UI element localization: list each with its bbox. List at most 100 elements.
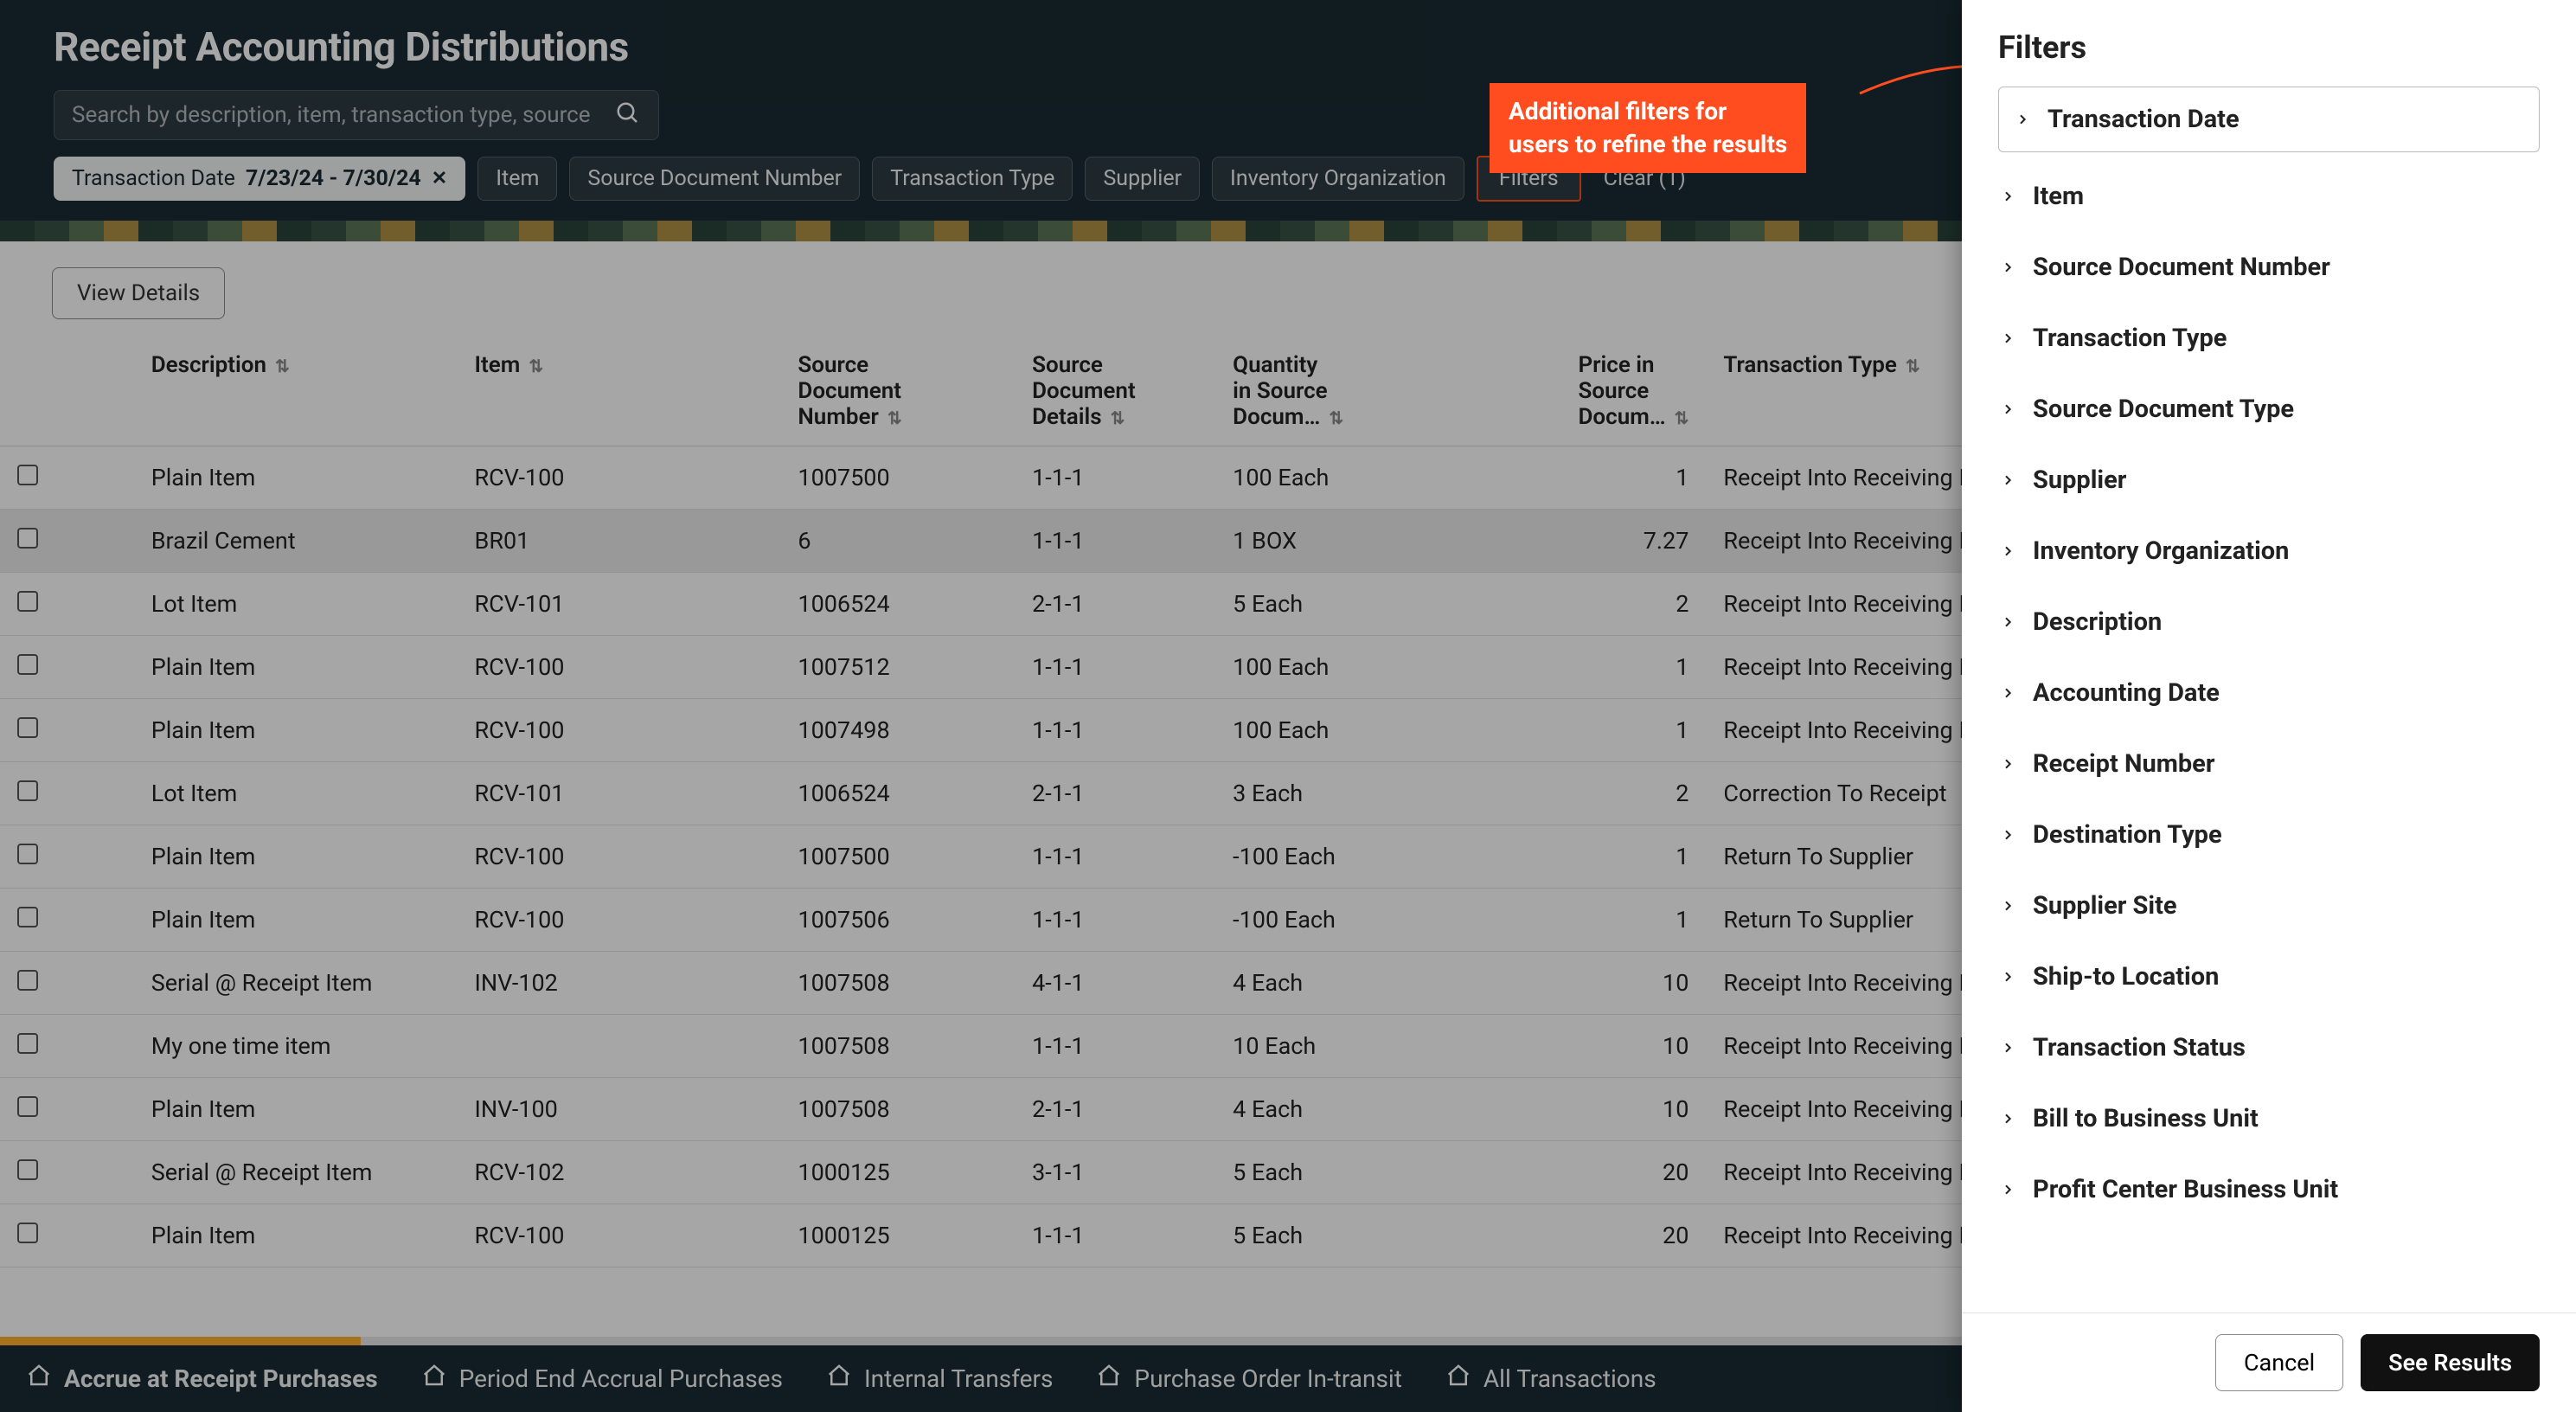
cell-price: 1 bbox=[1461, 889, 1707, 952]
filters-panel: Filters Transaction DateItemSource Docum… bbox=[1962, 0, 2576, 1412]
home-icon bbox=[421, 1363, 447, 1395]
row-checkbox[interactable] bbox=[0, 889, 134, 952]
sort-icon[interactable]: ⇅ bbox=[1329, 408, 1343, 428]
row-checkbox[interactable] bbox=[0, 699, 134, 762]
chip-transaction-date[interactable]: Transaction Date 7/23/24 - 7/30/24 ✕ bbox=[54, 157, 465, 201]
filter-section[interactable]: Description bbox=[1998, 587, 2540, 658]
chevron-right-icon bbox=[1998, 471, 2017, 490]
filter-section[interactable]: Supplier bbox=[1998, 445, 2540, 516]
filter-section-label: Transaction Date bbox=[2047, 105, 2240, 134]
col-quantity[interactable]: Quantity in Source Docum…⇅ bbox=[1215, 337, 1461, 446]
footer-tab[interactable]: Accrue at Receipt Purchases bbox=[26, 1363, 378, 1395]
filter-section[interactable]: Item bbox=[1998, 161, 2540, 232]
sort-icon[interactable]: ⇅ bbox=[275, 356, 290, 376]
sort-icon[interactable]: ⇅ bbox=[888, 408, 902, 428]
sort-icon[interactable]: ⇅ bbox=[1675, 408, 1689, 428]
cell-item: RCV-101 bbox=[458, 762, 781, 825]
sort-icon[interactable]: ⇅ bbox=[1906, 356, 1920, 376]
cell-description: Serial @ Receipt Item bbox=[134, 1141, 458, 1204]
cell-price: 1 bbox=[1461, 825, 1707, 889]
filter-section[interactable]: Source Document Type bbox=[1998, 374, 2540, 445]
col-item[interactable]: Item⇅ bbox=[458, 337, 781, 446]
filter-section[interactable]: Accounting Date bbox=[1998, 658, 2540, 728]
row-checkbox[interactable] bbox=[0, 1078, 134, 1141]
cell-source-doc-details: 3-1-1 bbox=[1015, 1141, 1215, 1204]
footer-tab-label: Purchase Order In-transit bbox=[1134, 1364, 1401, 1393]
filter-section[interactable]: Supplier Site bbox=[1998, 870, 2540, 941]
row-checkbox[interactable] bbox=[0, 952, 134, 1015]
chip-supplier[interactable]: Supplier bbox=[1085, 157, 1200, 201]
filter-section[interactable]: Bill to Business Unit bbox=[1998, 1083, 2540, 1154]
row-checkbox[interactable] bbox=[0, 825, 134, 889]
chip-transaction-type[interactable]: Transaction Type bbox=[872, 157, 1073, 201]
see-results-button[interactable]: See Results bbox=[2361, 1334, 2540, 1391]
close-icon[interactable]: ✕ bbox=[432, 168, 447, 189]
search-field[interactable] bbox=[54, 90, 659, 140]
row-checkbox[interactable] bbox=[0, 573, 134, 636]
chip-label: Transaction Type bbox=[890, 166, 1054, 191]
row-checkbox[interactable] bbox=[0, 1204, 134, 1268]
filter-section-label: Item bbox=[2033, 182, 2084, 211]
chip-source-document-number[interactable]: Source Document Number bbox=[569, 157, 860, 201]
search-icon[interactable] bbox=[615, 100, 641, 130]
filter-section[interactable]: Transaction Status bbox=[1998, 1012, 2540, 1083]
cell-source-doc-number: 1007508 bbox=[780, 952, 1015, 1015]
search-input[interactable] bbox=[72, 102, 615, 128]
view-details-button[interactable]: View Details bbox=[52, 267, 225, 319]
sort-icon[interactable]: ⇅ bbox=[1111, 408, 1125, 428]
row-checkbox[interactable] bbox=[0, 446, 134, 510]
cell-description: Lot Item bbox=[134, 762, 458, 825]
col-source-doc-details[interactable]: Source Document Details⇅ bbox=[1015, 337, 1215, 446]
filter-section-label: Transaction Type bbox=[2033, 324, 2227, 353]
cell-item: RCV-100 bbox=[458, 1204, 781, 1268]
filter-section[interactable]: Receipt Number bbox=[1998, 728, 2540, 799]
cell-item: RCV-100 bbox=[458, 825, 781, 889]
footer-tab[interactable]: Purchase Order In-transit bbox=[1096, 1363, 1401, 1395]
col-price[interactable]: Price in Source Docum…⇅ bbox=[1461, 337, 1707, 446]
filter-section-label: Bill to Business Unit bbox=[2033, 1104, 2259, 1133]
cell-source-doc-details: 1-1-1 bbox=[1015, 889, 1215, 952]
cell-source-doc-details: 1-1-1 bbox=[1015, 1015, 1215, 1078]
chip-label: Inventory Organization bbox=[1230, 166, 1446, 191]
row-checkbox[interactable] bbox=[0, 762, 134, 825]
filter-section[interactable]: Ship-to Location bbox=[1998, 941, 2540, 1012]
cell-price: 10 bbox=[1461, 952, 1707, 1015]
sort-icon[interactable]: ⇅ bbox=[529, 356, 543, 376]
cell-quantity: 3 Each bbox=[1215, 762, 1461, 825]
cell-item: RCV-102 bbox=[458, 1141, 781, 1204]
filter-section[interactable]: Inventory Organization bbox=[1998, 516, 2540, 587]
cell-source-doc-details: 1-1-1 bbox=[1015, 636, 1215, 699]
chevron-right-icon bbox=[1998, 825, 2017, 844]
row-checkbox[interactable] bbox=[0, 1141, 134, 1204]
cell-item: INV-102 bbox=[458, 952, 781, 1015]
chip-value: 7/23/24 - 7/30/24 bbox=[246, 166, 421, 191]
filter-section[interactable]: Source Document Number bbox=[1998, 232, 2540, 303]
filter-section-label: Inventory Organization bbox=[2033, 536, 2289, 566]
footer-tab-label: Period End Accrual Purchases bbox=[459, 1364, 783, 1393]
cell-description: Plain Item bbox=[134, 889, 458, 952]
footer-tab[interactable]: All Transactions bbox=[1445, 1363, 1656, 1395]
filter-section[interactable]: Destination Type bbox=[1998, 799, 2540, 870]
filter-section[interactable]: Transaction Date bbox=[1998, 87, 2540, 152]
chevron-right-icon bbox=[1998, 1109, 2017, 1128]
chip-label: Supplier bbox=[1103, 166, 1182, 191]
cell-source-doc-details: 1-1-1 bbox=[1015, 1204, 1215, 1268]
cell-quantity: 4 Each bbox=[1215, 952, 1461, 1015]
filter-section[interactable]: Transaction Type bbox=[1998, 303, 2540, 374]
col-source-doc-number[interactable]: Source Document Number⇅ bbox=[780, 337, 1015, 446]
cancel-button[interactable]: Cancel bbox=[2215, 1334, 2343, 1391]
col-description[interactable]: Description⇅ bbox=[134, 337, 458, 446]
chip-inventory-organization[interactable]: Inventory Organization bbox=[1212, 157, 1464, 201]
cell-quantity: -100 Each bbox=[1215, 825, 1461, 889]
row-checkbox[interactable] bbox=[0, 510, 134, 573]
chip-item[interactable]: Item bbox=[477, 157, 557, 201]
filter-section-label: Transaction Status bbox=[2033, 1033, 2246, 1062]
footer-tab[interactable]: Internal Transfers bbox=[826, 1363, 1053, 1395]
row-checkbox[interactable] bbox=[0, 636, 134, 699]
cell-source-doc-number: 1006524 bbox=[780, 573, 1015, 636]
cell-source-doc-number: 1007508 bbox=[780, 1015, 1015, 1078]
filter-section[interactable]: Profit Center Business Unit bbox=[1998, 1154, 2540, 1225]
footer-tab[interactable]: Period End Accrual Purchases bbox=[421, 1363, 783, 1395]
row-checkbox[interactable] bbox=[0, 1015, 134, 1078]
cell-price: 1 bbox=[1461, 699, 1707, 762]
